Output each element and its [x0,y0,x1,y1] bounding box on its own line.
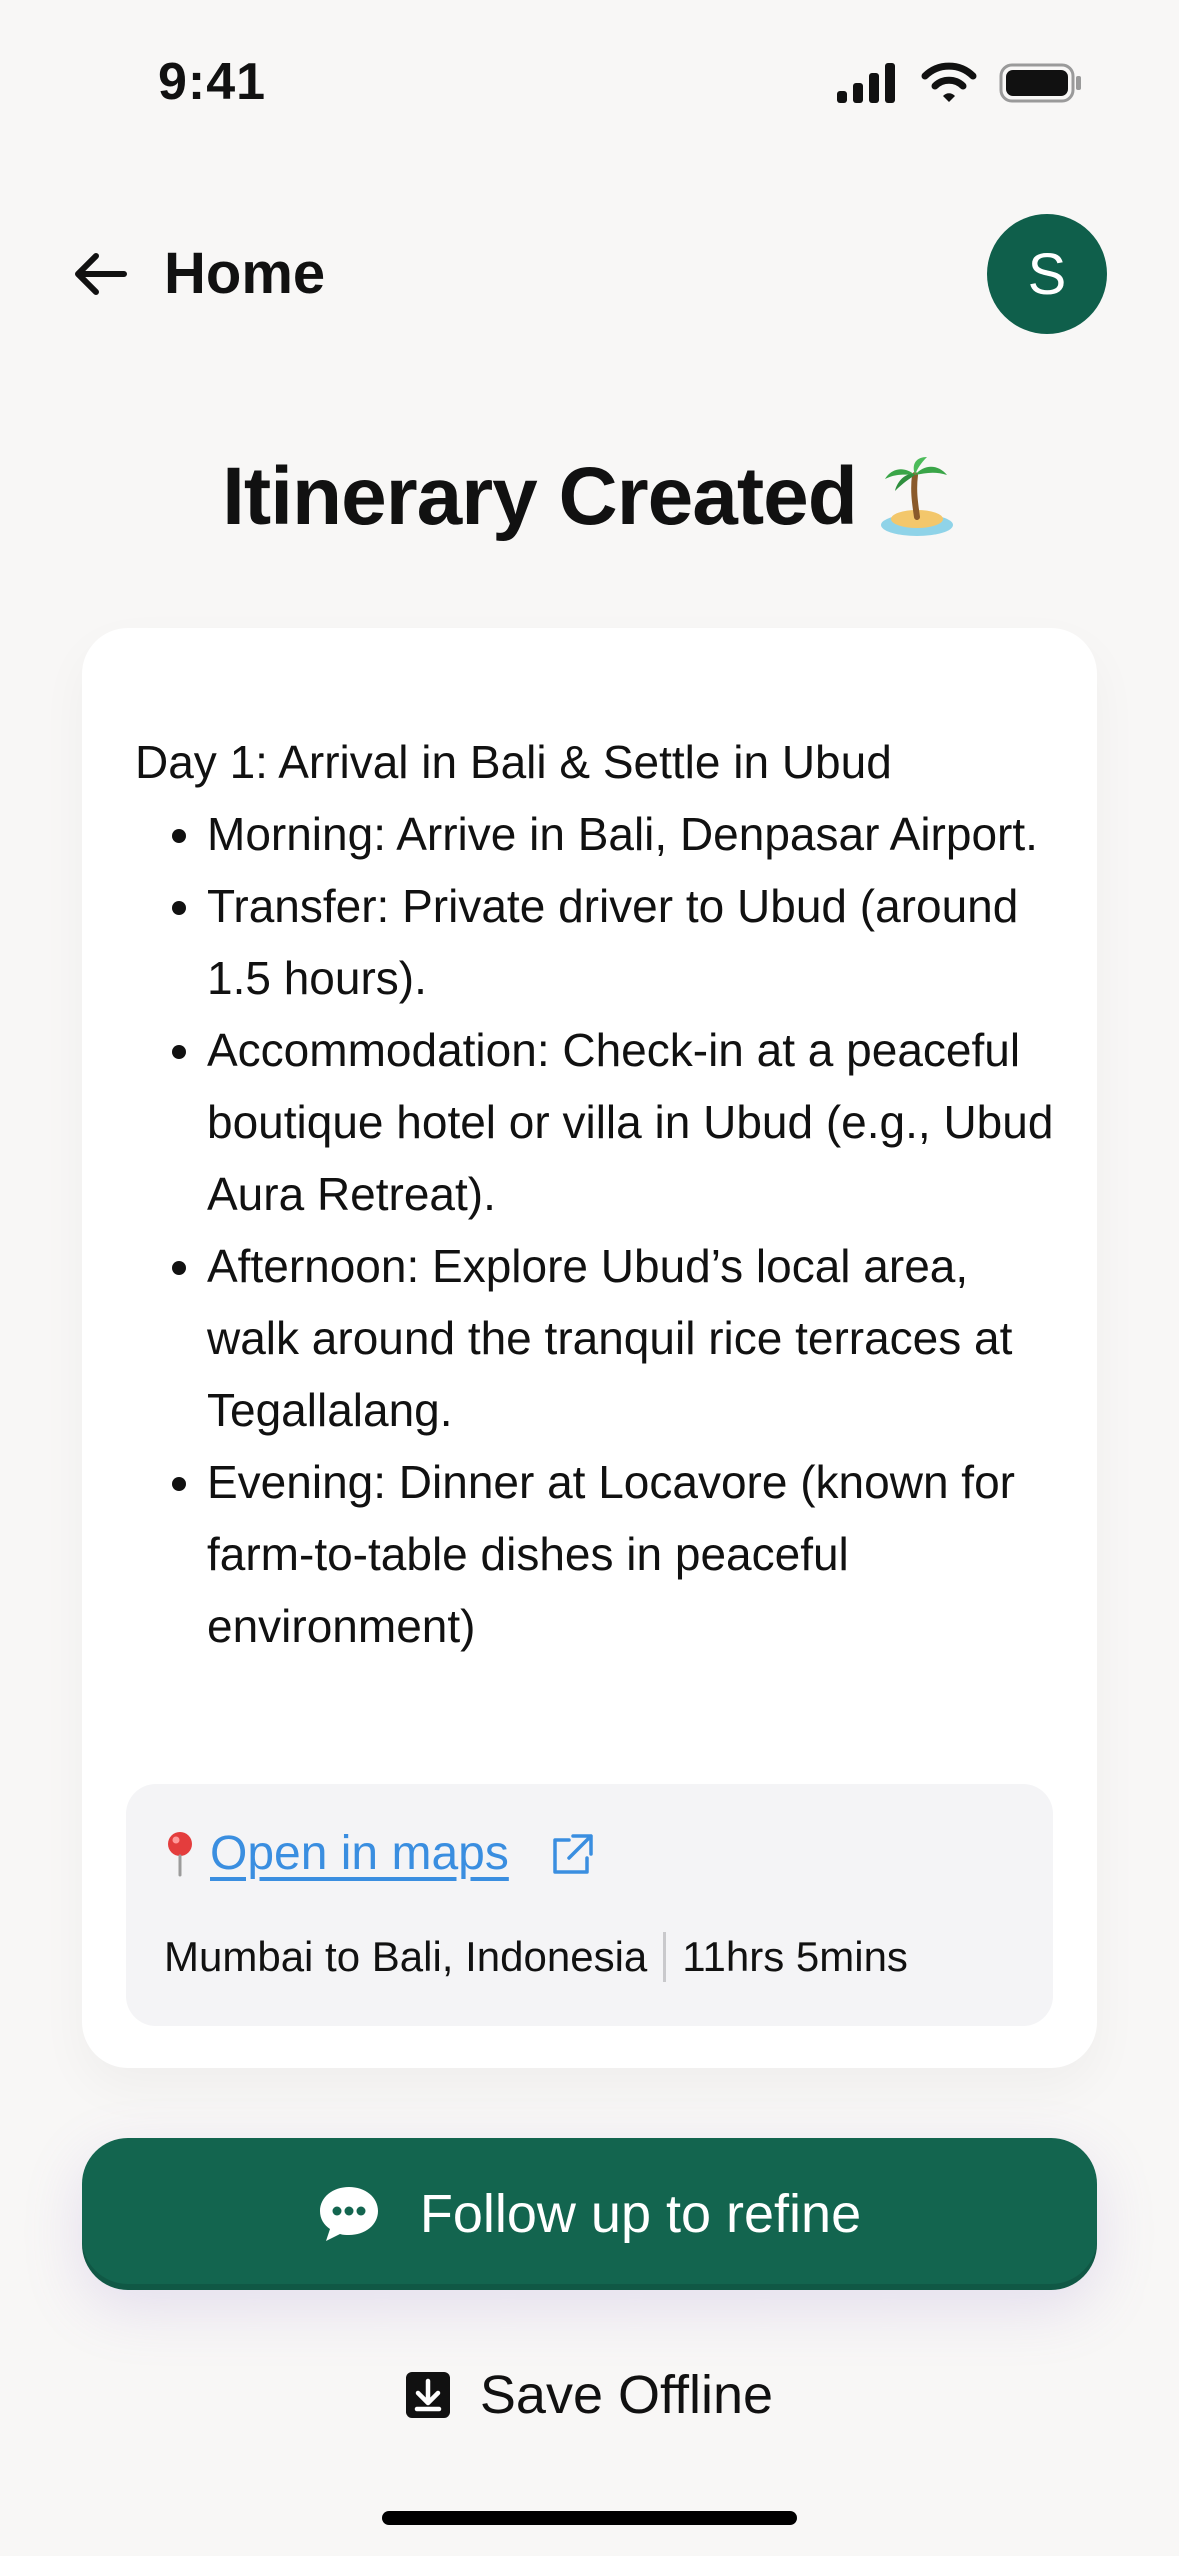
open-in-maps-link[interactable]: Open in maps [164,1826,609,1881]
status-icons [837,62,1083,104]
plan-item-afternoon: Afternoon: Explore Ubud’s local area, wa… [207,1230,1055,1446]
external-link-icon [553,1833,593,1874]
save-offline-label: Save Offline [479,2365,774,2425]
maps-box: Open in maps Mumbai to Bali, Indonesia 1… [126,1784,1053,2026]
back-button[interactable]: Home [72,240,325,307]
open-in-maps-label[interactable]: Open in maps [210,1826,509,1881]
plan-item-transfer: Transfer: Private driver to Ubud (around… [207,870,1055,1014]
plan-item-evening: Evening: Dinner at Locavore (known for f… [207,1446,1055,1662]
avatar[interactable]: S [987,214,1107,334]
itinerary-content: Day 1: Arrival in Bali & Settle in Ubud … [135,726,1055,1662]
home-indicator [382,2511,797,2525]
header: Home S [0,200,1179,350]
day-title: Day 1: Arrival in Bali & Settle in Ubud [135,736,892,788]
arrow-left-icon [75,252,127,295]
route-info: Mumbai to Bali, Indonesia 11hrs 5mins [164,1932,908,1982]
page-title: Itinerary Created [0,450,1179,544]
plan-list: Morning: Arrive in Bali, Denpasar Airpor… [135,798,1055,1662]
plan-item-morning: Morning: Arrive in Bali, Denpasar Airpor… [207,798,1055,870]
route-duration: 11hrs 5mins [682,1933,908,1980]
page-title-text: Itinerary Created [222,451,858,542]
status-bar: 9:41 [0,0,1179,175]
battery-icon [999,63,1081,103]
follow-up-button[interactable]: Follow up to refine [82,2138,1097,2290]
wifi-icon [921,62,977,102]
back-label: Home [164,241,326,306]
palm-island-icon [880,457,953,536]
itinerary-card: Day 1: Arrival in Bali & Settle in Ubud … [82,628,1097,2068]
cellular-signal-icon [837,63,895,103]
route-text: Mumbai to Bali, Indonesia [164,1933,648,1980]
status-time: 9:41 [158,53,267,111]
download-icon [405,2372,450,2418]
plan-item-accommodation: Accommodation: Check-in at a peaceful bo… [207,1014,1055,1230]
route-divider [663,1932,667,1982]
follow-up-label: Follow up to refine [419,2184,862,2244]
map-pin-icon [168,1831,192,1876]
save-offline-button[interactable]: Save Offline [0,2350,1179,2440]
chat-bubble-icon [319,2187,378,2241]
